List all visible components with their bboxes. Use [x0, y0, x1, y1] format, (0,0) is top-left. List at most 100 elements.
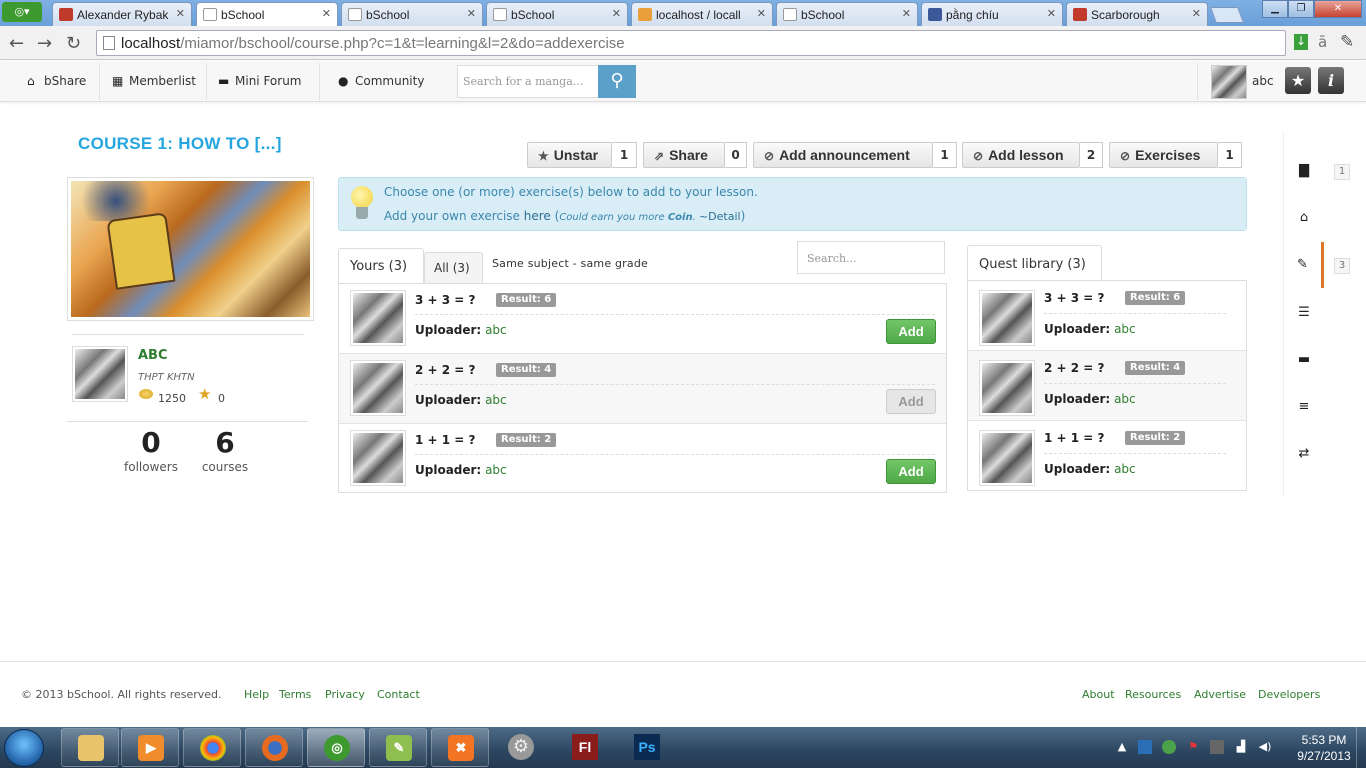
volume-icon[interactable]: ◀) — [1258, 740, 1272, 754]
retweet-icon[interactable]: ⇄ — [1284, 431, 1324, 477]
tray-app-icon[interactable] — [1138, 740, 1152, 754]
menu-icon[interactable]: ≡ — [1284, 384, 1324, 430]
clock-date[interactable]: 9/27/2013 — [1290, 749, 1358, 763]
back-icon[interactable]: ← — [9, 33, 24, 54]
address-bar[interactable]: localhost/miamor/bschool/course.php?c=1&… — [96, 30, 1286, 56]
close-tab-icon[interactable]: ✕ — [1192, 7, 1201, 20]
taskbar-firefox[interactable] — [245, 728, 303, 767]
nav-mini-forum[interactable]: ▬ Mini Forum — [218, 74, 302, 88]
tray-security-icon[interactable] — [1162, 740, 1176, 754]
browser-menu-icon[interactable]: ◎▾ — [2, 2, 42, 22]
close-tab-icon[interactable]: ✕ — [757, 7, 766, 20]
browser-tab[interactable]: Alexander Rybak ✕ — [52, 2, 192, 26]
exercise-search-input[interactable]: Search... — [797, 241, 945, 274]
tray-expand-icon[interactable]: ▲ — [1115, 740, 1129, 754]
followers-count[interactable]: 0 — [111, 426, 191, 459]
tab-same-subject[interactable]: Same subject - same grade — [492, 257, 648, 270]
browser-tab[interactable]: pằng chíu ✕ — [921, 2, 1063, 26]
files-icon[interactable]: ▇ — [1284, 148, 1324, 194]
close-tab-icon[interactable]: ✕ — [1047, 7, 1056, 20]
new-tab-button[interactable] — [1210, 7, 1244, 23]
uploader-link[interactable]: abc — [485, 463, 507, 477]
forward-icon[interactable]: → — [37, 33, 52, 54]
library-question[interactable]: 2 + 2 = ? — [1044, 361, 1104, 375]
tray-device-icon[interactable] — [1210, 740, 1224, 754]
exercise-question[interactable]: 1 + 1 = ? — [415, 433, 475, 447]
manga-search-input[interactable]: Search for a manga... — [457, 65, 599, 98]
add-lesson-button[interactable]: ⊘ Add lesson — [962, 142, 1080, 168]
exercise-question[interactable]: 2 + 2 = ? — [415, 363, 475, 377]
share-button[interactable]: ⇗ Share — [643, 142, 725, 168]
library-question[interactable]: 1 + 1 = ? — [1044, 431, 1104, 445]
tray-flag-icon[interactable]: ⚑ — [1186, 740, 1200, 754]
start-button[interactable] — [4, 729, 44, 767]
course-title[interactable]: COURSE 1: HOW TO [...] — [78, 134, 282, 154]
unstar-button[interactable]: ★ Unstar — [527, 142, 612, 168]
minimize-button[interactable]: ▁ — [1262, 0, 1288, 18]
clock-time[interactable]: 5:53 PM — [1294, 733, 1354, 747]
search-button[interactable]: ⚲ — [598, 65, 636, 98]
tab-yours[interactable]: Yours (3) — [338, 248, 424, 284]
footer-link-about[interactable]: About — [1082, 688, 1115, 701]
uploader-link[interactable]: abc — [485, 323, 507, 337]
nav-username[interactable]: abc — [1252, 74, 1274, 88]
browser-tab-active[interactable]: bSchool ✕ — [196, 2, 338, 27]
uploader-link[interactable]: abc — [1114, 322, 1136, 336]
taskbar-xampp[interactable]: ✖ — [431, 728, 489, 767]
courses-count[interactable]: 6 — [185, 426, 265, 459]
detail-link[interactable]: ~Detail — [699, 210, 741, 223]
tab-quest-library[interactable]: Quest library (3) — [967, 245, 1102, 281]
footer-link-developers[interactable]: Developers — [1258, 688, 1320, 701]
add-announcement-button[interactable]: ⊘ Add announcement — [753, 142, 933, 168]
close-tab-icon[interactable]: ✕ — [322, 7, 331, 20]
maximize-button[interactable]: ❐ — [1288, 0, 1314, 18]
footer-link-help[interactable]: Help — [244, 688, 269, 701]
taskbar-explorer[interactable] — [61, 728, 119, 767]
translate-icon[interactable]: ā — [1318, 33, 1327, 51]
library-question[interactable]: 3 + 3 = ? — [1044, 291, 1104, 305]
owner-name[interactable]: ABC — [138, 348, 168, 363]
notifications-star-icon[interactable]: ★ — [1285, 67, 1311, 94]
taskbar-chrome[interactable] — [183, 728, 241, 767]
flash-icon[interactable]: Fl — [572, 734, 598, 760]
uploader-link[interactable]: abc — [1114, 462, 1136, 476]
close-tab-icon[interactable]: ✕ — [902, 7, 911, 20]
wrench-icon[interactable]: ✎ — [1340, 32, 1354, 52]
comment-icon[interactable]: ▬ — [1284, 337, 1324, 383]
browser-tab[interactable]: localhost / locall ✕ — [631, 2, 773, 26]
download-icon[interactable]: ↓ — [1294, 34, 1308, 50]
nav-community[interactable]: ● Community — [338, 74, 424, 88]
footer-link-privacy[interactable]: Privacy — [325, 688, 365, 701]
browser-tab[interactable]: Scarborough ✕ — [1066, 2, 1208, 26]
footer-link-contact[interactable]: Contact — [377, 688, 420, 701]
photoshop-icon[interactable]: Ps — [634, 734, 660, 760]
footer-link-resources[interactable]: Resources — [1125, 688, 1181, 701]
uploader-link[interactable]: abc — [1114, 392, 1136, 406]
close-tab-icon[interactable]: ✕ — [612, 7, 621, 20]
exercise-question[interactable]: 3 + 3 = ? — [415, 293, 475, 307]
taskbar-notepad[interactable]: ✎ — [369, 728, 427, 767]
close-tab-icon[interactable]: ✕ — [467, 7, 476, 20]
network-icon[interactable]: ▟ — [1234, 740, 1248, 754]
owner-avatar[interactable] — [72, 346, 128, 402]
footer-link-terms[interactable]: Terms — [279, 688, 311, 701]
reload-icon[interactable]: ↻ — [66, 33, 81, 54]
list-icon[interactable]: ☰ — [1284, 290, 1324, 336]
browser-tab[interactable]: bSchool ✕ — [341, 2, 483, 26]
add-exercise-button-disabled[interactable]: Add — [886, 389, 936, 414]
browser-tab[interactable]: bSchool ✕ — [776, 2, 918, 26]
home-icon[interactable]: ⌂ — [1284, 195, 1324, 241]
taskbar-coccoc[interactable]: ◎ — [307, 728, 365, 767]
close-window-button[interactable]: ✕ — [1314, 0, 1362, 18]
nav-bshare[interactable]: ⌂ bShare — [27, 74, 86, 88]
tab-all[interactable]: All (3) — [424, 252, 483, 283]
gear-icon[interactable]: ⚙ — [508, 734, 534, 760]
browser-tab[interactable]: bSchool ✕ — [486, 2, 628, 26]
exercises-button[interactable]: ⊘ Exercises — [1109, 142, 1218, 168]
taskbar-media-player[interactable]: ▶ — [121, 728, 179, 767]
edit-icon[interactable]: ✎ — [1284, 242, 1324, 288]
add-exercise-button[interactable]: Add — [886, 459, 936, 484]
footer-link-advertise[interactable]: Advertise — [1194, 688, 1246, 701]
close-tab-icon[interactable]: ✕ — [176, 7, 185, 20]
uploader-link[interactable]: abc — [485, 393, 507, 407]
